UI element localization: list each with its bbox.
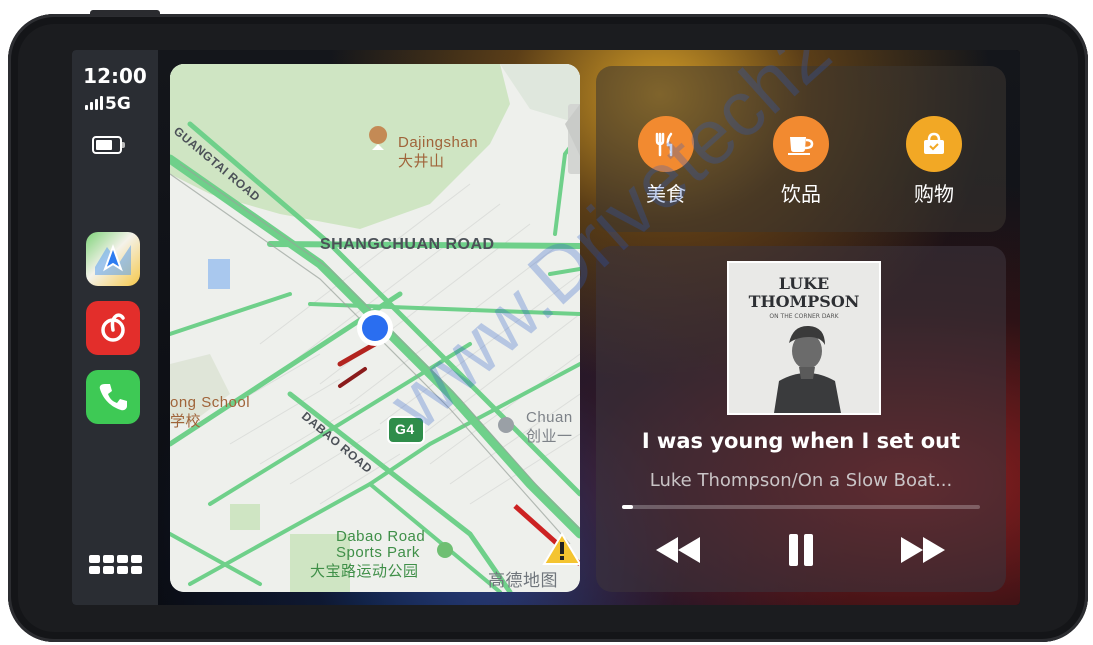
album-art-photo — [774, 325, 841, 413]
next-track-button[interactable] — [893, 528, 953, 572]
map-view[interactable]: GUANGTAI ROAD SHANGCHUAN ROAD DABAO ROAD… — [170, 64, 580, 592]
status-time: 12:00 — [83, 64, 147, 88]
map-provider-logo: 高德地图 — [488, 571, 558, 590]
power-button — [90, 10, 160, 16]
pause-button[interactable] — [771, 528, 831, 572]
artist-album: Luke Thompson/On a Slow Boat... — [649, 470, 953, 491]
song-title: I was young when I set out — [641, 429, 961, 453]
highway-shield: G4 — [395, 421, 415, 437]
previous-track-button[interactable] — [648, 528, 708, 572]
poi-label-cn: 大井山 — [398, 153, 445, 170]
map-canvas[interactable] — [170, 64, 580, 592]
coffee-cup-icon — [773, 116, 829, 172]
carplay-sidebar: 12:00 5G — [72, 50, 158, 605]
playback-progress-bar[interactable] — [622, 505, 980, 509]
fast-forward-icon — [901, 537, 945, 563]
now-playing-panel: LUKE THOMPSON ON THE CORNER DARK I was y… — [596, 246, 1006, 592]
poi-label: Sports Park — [336, 544, 420, 561]
netease-music-icon — [101, 313, 125, 342]
poi-shortcuts-panel: 美食 饮品 购物 — [596, 66, 1006, 232]
poi-label-cn: 创业一 — [526, 428, 573, 445]
map-road-label: SHANGCHUAN ROAD — [320, 236, 495, 253]
poi-label[interactable]: ong School — [170, 394, 250, 411]
app-grid-button[interactable] — [89, 555, 142, 574]
carplay-screen: 12:00 5G GUANGTAI ROAD SHANGCHUAN ROAD D… — [72, 50, 1020, 605]
poi-shortcut-label: 美食 — [646, 182, 686, 206]
poi-shortcut-drinks[interactable]: 饮品 — [761, 116, 841, 207]
signal-strength-icon — [85, 96, 103, 110]
warning-icon[interactable] — [540, 529, 580, 569]
poi-shortcut-label: 购物 — [914, 182, 954, 206]
album-art[interactable]: LUKE THOMPSON ON THE CORNER DARK — [727, 261, 881, 415]
poi-shortcut-food[interactable]: 美食 — [626, 116, 706, 207]
phone-icon — [99, 384, 127, 411]
pause-icon — [789, 534, 813, 566]
poi-label-cn: 大宝路运动公园 — [310, 563, 419, 580]
poi-label[interactable]: Dabao Road — [336, 528, 425, 545]
network-type: 5G — [105, 94, 131, 114]
rewind-icon — [656, 537, 700, 563]
food-icon — [638, 116, 694, 172]
poi-label[interactable]: Chuan — [526, 409, 573, 426]
battery-icon — [92, 136, 125, 154]
maps-icon — [95, 244, 131, 275]
maps-app-button[interactable] — [86, 232, 140, 286]
poi-shortcut-shopping[interactable]: 购物 — [894, 116, 974, 207]
music-app-button[interactable] — [86, 301, 140, 355]
playback-progress-fill — [622, 505, 633, 509]
poi-label[interactable]: Dajingshan — [398, 134, 478, 151]
poi-label-cn: 学校 — [170, 413, 202, 430]
phone-app-button[interactable] — [86, 370, 140, 424]
poi-shortcut-label: 饮品 — [781, 182, 821, 206]
shopping-bag-icon — [906, 116, 962, 172]
